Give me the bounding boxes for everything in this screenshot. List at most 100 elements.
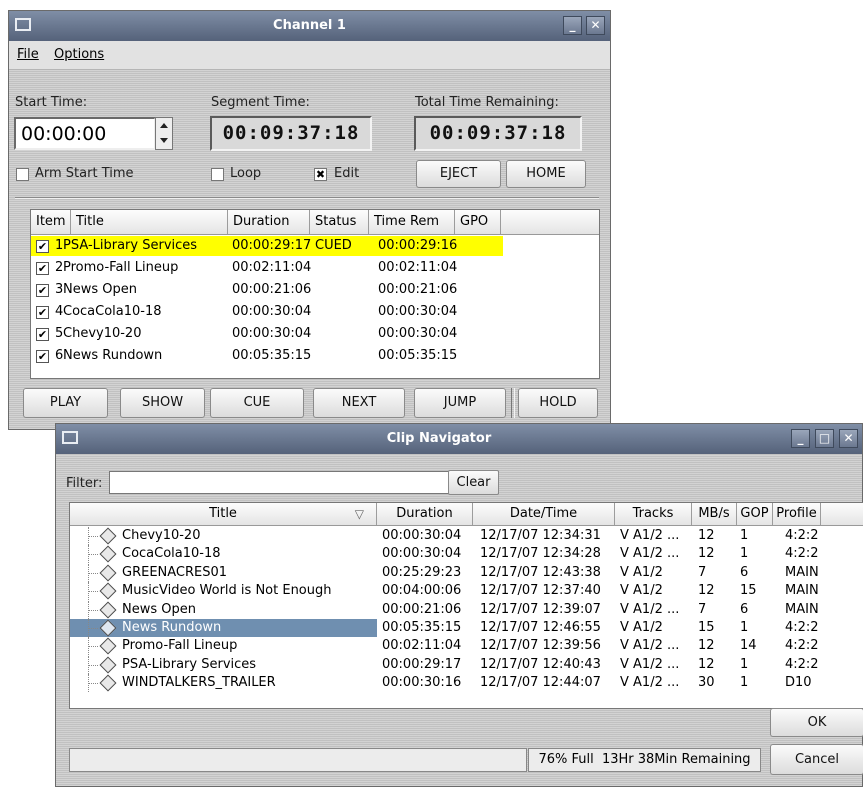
playlist-row[interactable]: ✔ 1 PSA-Library Services 00:00:29:17 CUED 00:… (31, 236, 503, 256)
clip-row[interactable]: MusicVideo World is Not Enough 00:04:00:0… (70, 582, 863, 601)
spin-down-icon[interactable] (160, 138, 168, 143)
cell-datetime: 12/17/07 12:46:55 (480, 620, 601, 635)
spin-up-icon[interactable] (160, 123, 168, 128)
tree-connector (88, 664, 98, 666)
col-duration[interactable]: Duration (377, 503, 473, 525)
close-icon[interactable]: ✕ (839, 429, 858, 448)
cell-tracks: V A1/2 ... (620, 601, 680, 617)
eject-button[interactable]: EJECT (416, 160, 501, 188)
enabled-checkbox[interactable]: ✔ (36, 328, 49, 341)
col-profile[interactable]: Profile (773, 503, 821, 525)
col-title[interactable]: Title (71, 210, 228, 234)
cell-profile: MAIN (785, 564, 819, 580)
col-item[interactable]: Item (31, 210, 71, 234)
cell-mbs: 30 (698, 675, 715, 691)
cell-duration: 00:00:30:04 (232, 326, 312, 341)
minimize-icon[interactable]: _ (563, 16, 582, 35)
play-button[interactable]: PLAY (23, 388, 108, 418)
cell-duration: 00:05:35:15 (382, 620, 462, 635)
tree-connector (88, 683, 98, 685)
menu-options[interactable]: Options (54, 47, 104, 62)
clip-row[interactable]: GREENACRES01 00:25:29:23 12/17/07 12:43:38… (70, 563, 863, 582)
loop-checkbox[interactable] (211, 168, 224, 181)
playlist-table: Item Title Duration Status Time Rem GPO … (30, 209, 600, 379)
tree-connector (88, 572, 98, 574)
col-time-rem[interactable]: Time Rem (369, 210, 455, 234)
clip-row[interactable]: WINDTALKERS_TRAILER 00:00:30:16 12/17/07 1… (70, 674, 863, 693)
enabled-checkbox[interactable]: ✔ (36, 306, 49, 319)
clip-icon (99, 545, 117, 563)
playlist-row[interactable]: ✔ 4 CocaCola10-18 00:00:30:04 00:00:30:04 (31, 302, 599, 322)
sort-desc-icon[interactable]: ▽ (355, 504, 364, 525)
start-time-spinner[interactable] (155, 117, 173, 150)
cell-mbs: 12 (698, 546, 715, 562)
ok-button[interactable]: OK (770, 708, 863, 737)
disk-status: 76% Full 13Hr 38Min Remaining (528, 748, 761, 772)
channel-window: Channel 1 _ ✕ File Options Start Time: S… (8, 10, 611, 430)
cell-duration: 00:00:29:17 (232, 238, 312, 253)
hold-button[interactable]: HOLD (518, 388, 598, 418)
col-datetime[interactable]: Date/Time (473, 503, 615, 525)
cell-profile: MAIN (785, 583, 819, 599)
cell-duration: 00:25:29:23 (382, 564, 462, 580)
enabled-checkbox[interactable]: ✔ (36, 284, 49, 297)
playlist-row[interactable]: ✔ 6 News Rundown 00:05:35:15 00:05:35:15 (31, 346, 599, 366)
home-button[interactable]: HOME (506, 160, 586, 188)
enabled-checkbox[interactable]: ✔ (36, 350, 49, 363)
cancel-button[interactable]: Cancel (770, 744, 863, 775)
cell-datetime: 12/17/07 12:39:07 (480, 601, 601, 617)
filter-input[interactable] (109, 471, 499, 494)
jump-button[interactable]: JUMP (414, 388, 506, 418)
clip-row[interactable]: Chevy10-20 00:00:30:04 12/17/07 12:34:31 V … (70, 527, 863, 545)
cell-tracks: V A1/2 (620, 583, 663, 599)
arm-start-checkbox[interactable] (16, 168, 29, 181)
cue-button[interactable]: CUE (210, 388, 304, 418)
playlist-row[interactable]: ✔ 2 Promo-Fall Lineup 00:02:11:04 00:02:11:0… (31, 258, 599, 278)
edit-checkbox[interactable]: ✖ (314, 168, 327, 181)
maximize-icon[interactable]: □ (815, 429, 834, 448)
cell-datetime: 12/17/07 12:34:31 (480, 528, 601, 543)
enabled-checkbox[interactable]: ✔ (36, 262, 49, 275)
minimize-icon[interactable]: _ (791, 429, 810, 448)
cell-title: Promo-Fall Lineup (63, 260, 179, 275)
progress-bar (69, 748, 527, 772)
playlist-row[interactable]: ✔ 3 News Open 00:00:21:06 00:00:21:06 (31, 280, 599, 300)
window-title: Clip Navigator (386, 431, 492, 446)
next-button[interactable]: NEXT (313, 388, 405, 418)
clip-row[interactable]: PSA-Library Services 00:00:29:17 12/17/07 … (70, 655, 863, 674)
col-tracks[interactable]: Tracks (615, 503, 692, 525)
col-gop[interactable]: GOP (737, 503, 773, 525)
clip-row[interactable]: News Rundown 00:05:35:15 12/17/07 12:46:55… (70, 619, 863, 637)
clip-row[interactable]: CocaCola10-18 00:00:30:04 12/17/07 12:34:2… (70, 545, 863, 564)
channel-titlebar[interactable]: Channel 1 _ ✕ (9, 11, 610, 41)
cell-profile: 4:2:2 (785, 620, 819, 635)
col-status[interactable]: Status (310, 210, 369, 234)
clipnav-titlebar[interactable]: Clip Navigator _ □ ✕ (56, 424, 862, 454)
col-title-label: Title (209, 506, 237, 521)
enabled-checkbox[interactable]: ✔ (36, 240, 49, 253)
cell-time-rem: 00:00:21:06 (378, 282, 458, 297)
disk-status-text: 76% Full 13Hr 38Min Remaining (538, 752, 751, 767)
start-time-input[interactable]: 00:00:00 (14, 117, 156, 150)
cell-gop: 1 (740, 528, 749, 543)
cell-mbs: 12 (698, 656, 715, 672)
menu-file[interactable]: File (17, 47, 39, 62)
arm-start-label: Arm Start Time (35, 166, 134, 181)
clear-button[interactable]: Clear (448, 470, 499, 495)
clip-row[interactable]: Promo-Fall Lineup 00:02:11:04 12/17/07 12:… (70, 637, 863, 656)
close-icon[interactable]: ✕ (586, 16, 605, 35)
cell-datetime: 12/17/07 12:43:38 (480, 564, 601, 580)
cell-datetime: 12/17/07 12:37:40 (480, 583, 601, 599)
show-button[interactable]: SHOW (120, 388, 205, 418)
col-duration[interactable]: Duration (228, 210, 310, 234)
clip-table: Title ▽ Duration Date/Time Tracks MB/s G… (69, 502, 863, 709)
cell-gop: 1 (740, 546, 749, 562)
col-title[interactable]: Title ▽ (70, 503, 377, 525)
col-gpo[interactable]: GPO (455, 210, 501, 234)
playlist-row[interactable]: ✔ 5 Chevy10-20 00:00:30:04 00:00:30:04 (31, 324, 599, 344)
cell-datetime: 12/17/07 12:44:07 (480, 675, 601, 691)
window-title: Channel 1 (273, 18, 346, 33)
col-mbs[interactable]: MB/s (692, 503, 737, 525)
cell-duration: 00:05:35:15 (232, 348, 312, 363)
clip-row[interactable]: News Open 00:00:21:06 12/17/07 12:39:07 V A… (70, 600, 863, 619)
